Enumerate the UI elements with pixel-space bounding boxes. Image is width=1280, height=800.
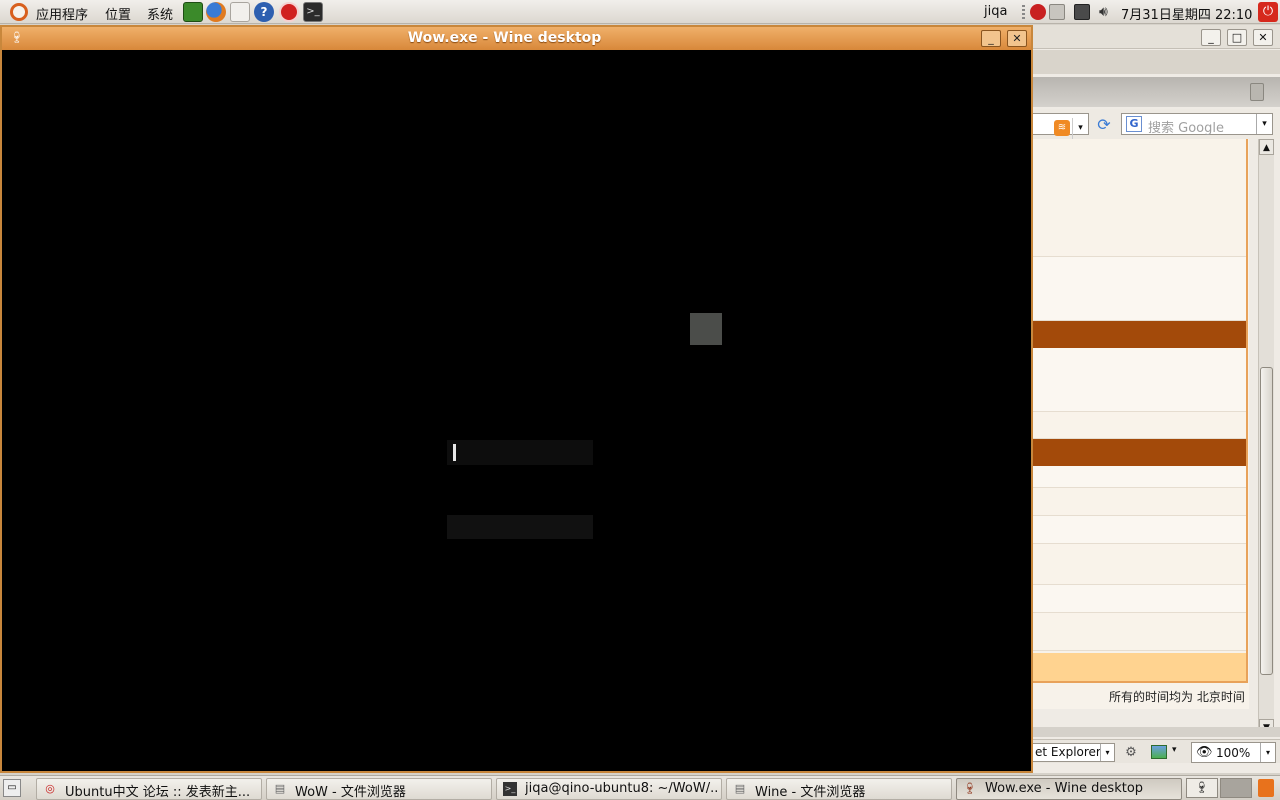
terminal-icon: >_ bbox=[503, 782, 517, 796]
browser-bookmarks-bar bbox=[1033, 77, 1280, 107]
forum-row[interactable] bbox=[1033, 613, 1246, 651]
forum-row[interactable] bbox=[1033, 412, 1246, 439]
forum-row[interactable] bbox=[1033, 139, 1246, 257]
opera-icon[interactable] bbox=[279, 2, 299, 22]
reload-icon[interactable]: ⟳ bbox=[1095, 116, 1113, 134]
forum-content: 所有的时间均为 北京时间 bbox=[1033, 139, 1249, 709]
zoom-select[interactable]: 👁︎ 100% ▾ bbox=[1191, 742, 1276, 763]
wine-minimize-button[interactable]: _ bbox=[981, 30, 1001, 47]
mail-icon[interactable] bbox=[230, 2, 250, 22]
browser-close-button[interactable]: ✕ bbox=[1253, 29, 1273, 46]
forum-footer-row bbox=[1033, 653, 1246, 681]
url-bar[interactable]: ≋ ▾ bbox=[1033, 113, 1089, 140]
firefox-icon[interactable] bbox=[206, 2, 226, 22]
username[interactable]: jiqa bbox=[984, 4, 1007, 19]
browser-maximize-button[interactable]: □ bbox=[1227, 29, 1247, 46]
task-wine-file-browser[interactable]: ▤ Wine - 文件浏览器 bbox=[726, 778, 952, 800]
places-menu[interactable]: 位置 bbox=[105, 4, 131, 23]
browser-tabstrip bbox=[1033, 50, 1280, 74]
wine-icon: 🍷︎ bbox=[963, 782, 977, 795]
task-terminal[interactable]: >_ jiqa@qino-ubuntu8: ~/WoW/... bbox=[496, 778, 722, 800]
help-icon[interactable]: ? bbox=[254, 2, 274, 22]
workspace-switcher[interactable] bbox=[1220, 778, 1252, 798]
forum-frame bbox=[1033, 139, 1248, 683]
opera-icon: ◎ bbox=[45, 782, 55, 795]
applications-menu[interactable]: 应用程序 bbox=[36, 4, 88, 23]
chevron-down-icon[interactable]: ▾ bbox=[1100, 744, 1114, 761]
forum-row[interactable] bbox=[1033, 257, 1246, 321]
show-desktop-icon[interactable]: ▭ bbox=[3, 779, 21, 797]
forum-row[interactable] bbox=[1033, 466, 1246, 488]
panel-separator bbox=[1022, 5, 1025, 19]
scroll-up-icon[interactable]: ▲ bbox=[1259, 139, 1274, 155]
task-label: jiqa@qino-ubuntu8: ~/WoW/... bbox=[525, 781, 717, 796]
task-label: Ubuntu中文 论坛 :: 发表新主... bbox=[65, 785, 251, 800]
trash-icon[interactable] bbox=[1250, 83, 1264, 101]
rss-icon[interactable]: ≋ bbox=[1054, 120, 1070, 136]
browser-statusbar: et Explorer ▾ ⚙ ▾ 👁︎ 100% ▾ bbox=[1033, 739, 1280, 763]
chevron-down-icon[interactable]: ▾ bbox=[1260, 743, 1275, 762]
plugin-icon[interactable]: ⚙ bbox=[1123, 745, 1139, 761]
timezone-note: 所有的时间均为 北京时间 bbox=[1109, 690, 1245, 704]
url-dropdown-icon[interactable]: ▾ bbox=[1072, 118, 1088, 140]
task-label: Wine - 文件浏览器 bbox=[755, 785, 866, 800]
wine-desktop-window: 🍷︎ Wow.exe - Wine desktop _ ✕ bbox=[0, 25, 1033, 773]
image-toggle-icon[interactable] bbox=[1151, 745, 1167, 759]
task-wine-desktop[interactable]: 🍷︎ Wow.exe - Wine desktop bbox=[956, 778, 1182, 800]
eye-icon: 👁︎ bbox=[1196, 745, 1213, 760]
trash-icon[interactable] bbox=[1258, 779, 1274, 797]
file-browser-icon: ▤ bbox=[734, 782, 746, 795]
account-name-input[interactable] bbox=[447, 440, 593, 465]
wine-tray-icon[interactable]: 🍷︎ bbox=[1186, 778, 1218, 798]
browser-minimize-button[interactable]: _ bbox=[1201, 29, 1221, 46]
password-input[interactable] bbox=[447, 515, 593, 539]
volume-icon[interactable]: 🔊︎ bbox=[1099, 4, 1115, 20]
network-icon[interactable] bbox=[1074, 4, 1090, 20]
forum-row[interactable] bbox=[1033, 348, 1246, 412]
search-input[interactable]: G 搜索 Google ▾ bbox=[1121, 113, 1273, 136]
shutdown-icon[interactable]: ⏻ bbox=[1258, 2, 1278, 22]
task-label: WoW - 文件浏览器 bbox=[295, 785, 406, 800]
terminal-icon[interactable]: >_ bbox=[303, 2, 323, 22]
forum-row[interactable] bbox=[1033, 488, 1246, 516]
clock[interactable]: 7月31日星期四 22:10 bbox=[1121, 4, 1252, 23]
ubuntu-logo-icon[interactable] bbox=[10, 3, 28, 21]
task-opera-forum[interactable]: ◎ Ubuntu中文 论坛 :: 发表新主... bbox=[36, 778, 262, 800]
forum-row[interactable] bbox=[1033, 516, 1246, 544]
task-wow-file-browser[interactable]: ▤ WoW - 文件浏览器 bbox=[266, 778, 492, 800]
zoom-value: 100% bbox=[1216, 746, 1251, 760]
forum-category-header bbox=[1033, 439, 1246, 466]
vertical-scrollbar[interactable]: ▲ ▼ bbox=[1258, 139, 1274, 737]
wine-titlebar[interactable]: 🍷︎ Wow.exe - Wine desktop _ ✕ bbox=[2, 27, 1031, 50]
bottom-taskbar: ▭ ◎ Ubuntu中文 论坛 :: 发表新主... ▤ WoW - 文件浏览器… bbox=[0, 775, 1280, 800]
keyboard-icon[interactable] bbox=[1049, 4, 1065, 20]
search-engine-dropdown-icon[interactable]: ▾ bbox=[1256, 114, 1272, 134]
task-label: Wow.exe - Wine desktop bbox=[985, 781, 1144, 796]
scroll-thumb[interactable] bbox=[1260, 367, 1273, 675]
forum-row[interactable] bbox=[1033, 585, 1246, 613]
browser-titlebar: _ □ ✕ bbox=[1033, 25, 1280, 49]
user-agent-value: et Explorer bbox=[1035, 745, 1101, 759]
wine-window-title: Wow.exe - Wine desktop bbox=[407, 30, 602, 46]
forum-row[interactable] bbox=[1033, 544, 1246, 585]
user-agent-select[interactable]: et Explorer ▾ bbox=[1033, 743, 1115, 762]
game-viewport[interactable] bbox=[5, 52, 1028, 769]
file-browser-icon: ▤ bbox=[274, 782, 286, 795]
opera-tray-icon[interactable] bbox=[1030, 4, 1046, 20]
text-caret bbox=[453, 444, 456, 461]
loading-square bbox=[690, 313, 722, 345]
system-menu[interactable]: 系统 bbox=[147, 4, 173, 23]
browser-bottom-strip bbox=[1033, 727, 1280, 737]
top-panel: 应用程序 位置 系统 ? >_ jiqa 🔊︎ 7月31日星期四 22:10 ⏻ bbox=[0, 0, 1280, 24]
wine-close-button[interactable]: ✕ bbox=[1007, 30, 1027, 47]
browser-navbar: ≋ ▾ ⟳ G 搜索 Google ▾ bbox=[1033, 109, 1280, 140]
chevron-down-icon[interactable]: ▾ bbox=[1172, 745, 1177, 755]
search-placeholder: 搜索 Google bbox=[1148, 121, 1224, 136]
forum-category-header bbox=[1033, 321, 1246, 348]
system-monitor-icon[interactable] bbox=[183, 2, 203, 22]
background-browser-window: _ □ ✕ ≋ ▾ ⟳ G 搜索 Google ▾ 所有的时间均为 北京时间 ▲… bbox=[1033, 25, 1280, 773]
google-icon: G bbox=[1126, 116, 1142, 132]
